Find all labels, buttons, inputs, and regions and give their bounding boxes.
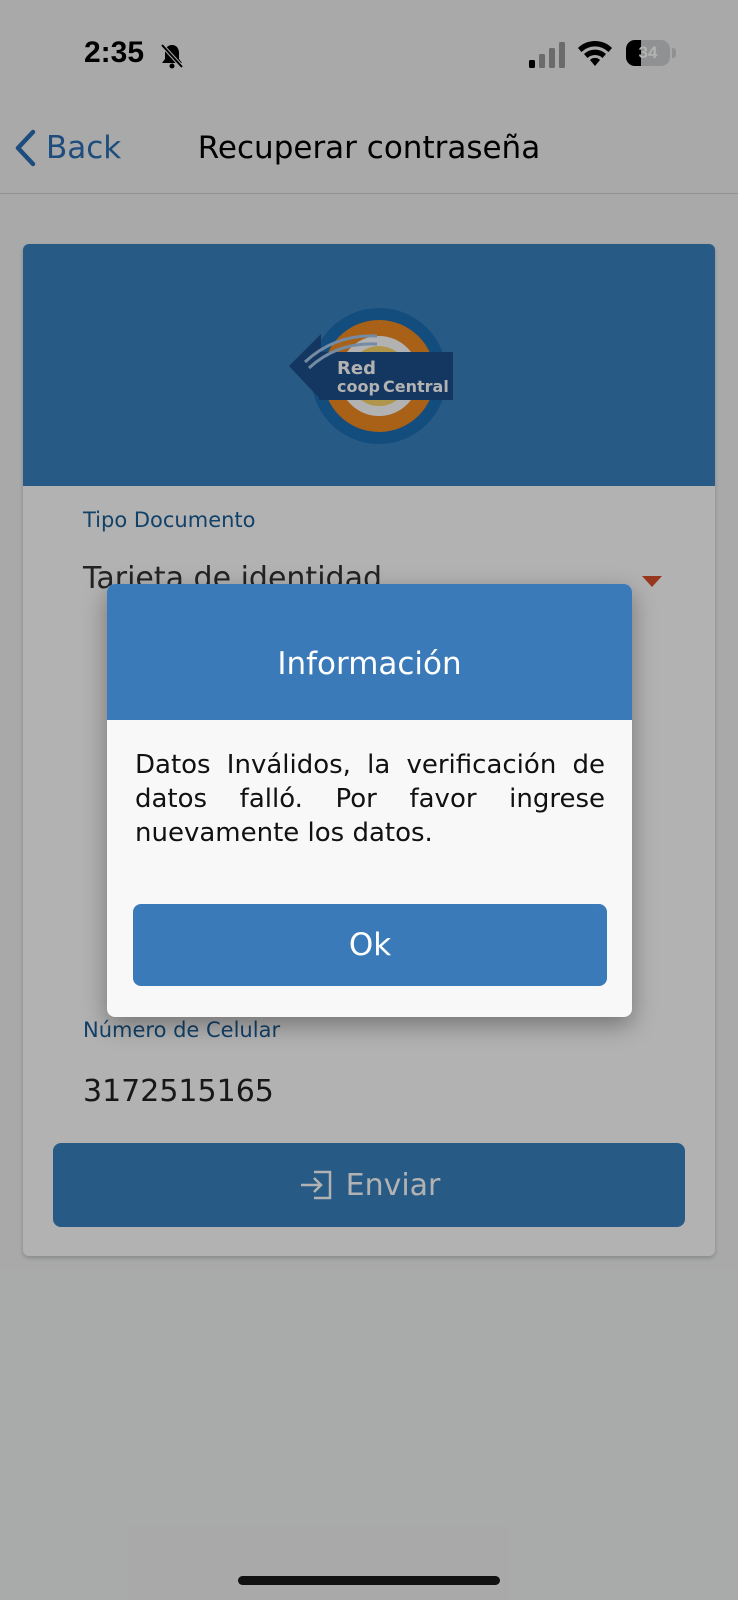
ok-button[interactable]: Ok: [133, 904, 607, 986]
info-dialog: Información Datos Inválidos, la verifica…: [107, 584, 632, 1017]
dialog-title: Información: [277, 646, 462, 682]
ok-label: Ok: [348, 927, 392, 963]
dialog-message: Datos Inválidos, la verificación de dato…: [135, 750, 605, 848]
dialog-header: Información: [107, 584, 632, 720]
home-indicator[interactable]: [238, 1576, 500, 1585]
